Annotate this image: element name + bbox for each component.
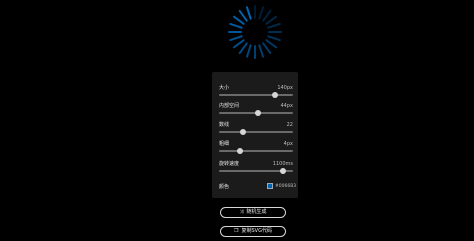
inner-space-label: 内部空间 xyxy=(219,103,240,109)
spinner-segment xyxy=(258,44,265,58)
spinner-preview xyxy=(212,0,298,72)
copy-icon: ❐ xyxy=(234,228,239,234)
spinner-segment xyxy=(232,39,245,49)
size-value: 140px xyxy=(277,85,293,91)
color-swatch[interactable] xyxy=(267,183,273,189)
spinner-segment xyxy=(262,42,272,55)
rotation-speed-label: 旋转速度 xyxy=(219,161,240,167)
spinner-segment xyxy=(232,15,245,25)
spinner-segment xyxy=(245,44,252,58)
line-count-label: 数线 xyxy=(219,122,230,128)
stroke-width-slider[interactable] xyxy=(219,148,293,154)
spinner-segment xyxy=(267,22,281,29)
settings-panel: 大小 140px 内部空间 44px 数线 22 粗细 4px 旋转速度 110… xyxy=(212,72,298,198)
spinner-segment xyxy=(262,9,272,22)
stroke-width-value: 4px xyxy=(283,141,293,147)
line-count-slider[interactable] xyxy=(219,129,293,135)
spinner-segment xyxy=(267,35,281,42)
spinner-segment xyxy=(258,6,265,20)
random-generate-button[interactable]: ⤨ 随机生成 xyxy=(220,207,286,218)
line-count-slider-thumb[interactable] xyxy=(240,129,247,135)
size-label: 大小 xyxy=(219,85,230,91)
spinner-segment xyxy=(245,6,252,20)
spinner-segment xyxy=(229,22,243,29)
rotation-speed-slider-thumb[interactable] xyxy=(280,168,287,174)
size-slider-thumb[interactable] xyxy=(271,92,278,98)
rotation-speed-slider[interactable] xyxy=(219,168,293,174)
shuffle-icon: ⤨ xyxy=(239,209,244,215)
stroke-width-slider-thumb[interactable] xyxy=(237,148,244,154)
size-slider[interactable] xyxy=(219,92,293,98)
rotation-speed-value: 1100ms xyxy=(272,161,293,167)
inner-space-value: 44px xyxy=(280,103,294,109)
random-generate-label: 随机生成 xyxy=(246,209,267,215)
color-hex-value: #0066B3 xyxy=(275,184,297,189)
copy-svg-label: 复制SVG代码 xyxy=(241,228,272,234)
spinner-segment xyxy=(238,42,248,55)
spinner-segment xyxy=(238,9,248,22)
inner-space-slider[interactable] xyxy=(219,110,293,116)
spinner-segment xyxy=(229,35,243,42)
line-count-value: 22 xyxy=(286,122,293,128)
spinner-graphic xyxy=(228,5,282,59)
spinner-segment xyxy=(265,15,278,25)
stroke-width-label: 粗细 xyxy=(219,141,230,147)
spinner-segment xyxy=(265,39,278,49)
color-label: 颜色 xyxy=(219,184,230,190)
inner-space-slider-thumb[interactable] xyxy=(255,110,262,116)
copy-svg-button[interactable]: ❐ 复制SVG代码 xyxy=(220,226,286,237)
